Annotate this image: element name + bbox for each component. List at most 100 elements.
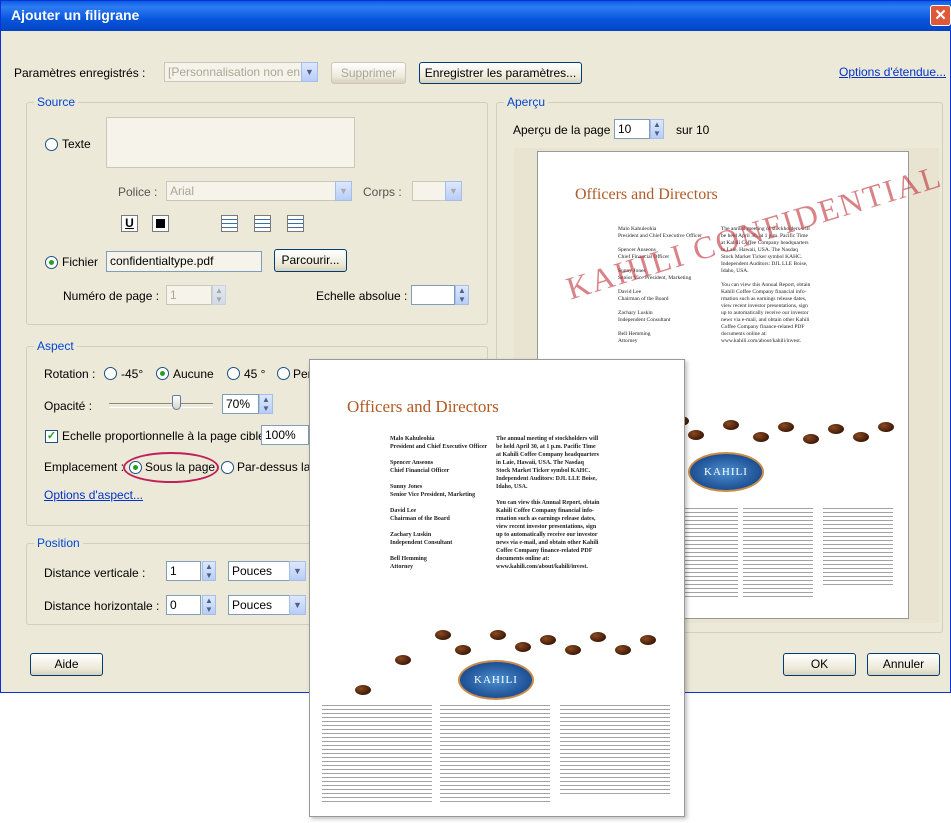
vertical-distance-field[interactable]: 1 [166, 561, 201, 581]
file-option-label: Fichier [62, 255, 99, 269]
overlay-doc-title: Officers and Directors [347, 397, 499, 416]
kahili-logo-text: KAHILI [474, 674, 518, 686]
kahili-logo-text: KAHILI [704, 466, 748, 478]
chevron-down-icon[interactable]: ▼ [301, 62, 318, 82]
proportional-scale-label: Echelle proportionnelle à la page cible [62, 429, 265, 443]
coffee-bean [490, 630, 506, 640]
rotation-none-radio[interactable] [156, 367, 169, 380]
page-number-field[interactable]: 1 [166, 285, 212, 305]
rotation-label: Rotation : [44, 367, 96, 381]
vertical-distance-spinner[interactable]: ▲ ▼ [202, 561, 216, 581]
coffee-bean [565, 645, 581, 655]
align-left-icon[interactable] [221, 215, 238, 232]
coffee-bean [435, 630, 451, 640]
coffee-bean [395, 655, 411, 665]
size-label: Corps : [363, 185, 402, 199]
close-button[interactable]: ✕ [930, 5, 951, 26]
preview-page-field[interactable]: 10 [614, 119, 650, 139]
watermark-text-area[interactable] [106, 117, 355, 168]
overlay-doc-meeting: The annual meeting of stockholders will … [496, 436, 600, 570]
kahili-logo: KAHILI [458, 660, 534, 700]
coffee-bean [723, 420, 739, 430]
chevron-down-icon[interactable]: ▼ [335, 181, 352, 201]
chevron-down-icon[interactable]: ▼ [289, 595, 306, 615]
save-settings-button[interactable]: Enregistrer les paramètres... [419, 62, 582, 84]
preview-page-spinner[interactable]: ▲ ▼ [650, 119, 664, 139]
overlay-doc-names: Malo Kahuleohia President and Chief Exec… [390, 436, 488, 570]
file-name-field[interactable]: confidentialtype.pdf [106, 251, 262, 272]
preview-doc-title: Officers and Directors [575, 186, 718, 203]
page-number-label: Numéro de page : [63, 289, 160, 303]
help-button[interactable]: Aide [30, 653, 103, 676]
color-swatch-icon[interactable] [152, 215, 169, 232]
opacity-field[interactable]: 70% [222, 394, 259, 414]
file-radio[interactable] [45, 256, 58, 269]
advanced-options-link[interactable]: Options d'étendue... [839, 65, 946, 79]
rotation-minus45-radio[interactable] [104, 367, 117, 380]
coffee-bean [455, 645, 471, 655]
absolute-scale-spinner[interactable]: ▲ ▼ [455, 285, 469, 305]
rotation-minus45-label: -45° [121, 367, 144, 381]
rotation-custom-radio[interactable] [277, 367, 290, 380]
coffee-bean [828, 424, 844, 434]
vertical-distance-label: Distance verticale : [44, 566, 146, 580]
source-group-title: Source [34, 95, 79, 109]
opacity-slider-track[interactable] [109, 403, 213, 408]
horizontal-distance-label: Distance horizontale : [44, 599, 160, 613]
overlay-body-text [560, 705, 670, 795]
font-select[interactable]: Arial [166, 181, 336, 201]
saved-settings-label: Paramètres enregistrés : [14, 66, 146, 80]
proportional-scale-checkbox[interactable]: ✓ [45, 430, 58, 443]
placement-label: Emplacement : [44, 460, 125, 474]
preview-body-text [743, 508, 813, 598]
under-page-radio[interactable] [129, 461, 142, 474]
coffee-bean [688, 430, 704, 440]
position-group-title: Position [34, 536, 83, 550]
align-center-icon[interactable] [254, 215, 271, 232]
size-select[interactable] [412, 181, 446, 201]
coffee-bean [640, 635, 656, 645]
chevron-down-icon[interactable]: ▼ [289, 561, 306, 581]
over-page-radio[interactable] [221, 461, 234, 474]
aspect-group-title: Aspect [34, 339, 77, 353]
coffee-bean [878, 422, 894, 432]
underline-icon[interactable]: U [121, 215, 138, 232]
preview-group-title: Aperçu [504, 95, 549, 109]
horizontal-distance-spinner[interactable]: ▲ ▼ [202, 595, 216, 615]
vertical-unit-select[interactable]: Pouces [228, 561, 290, 581]
overlay-body-text [440, 705, 550, 805]
window-title: Ajouter un filigrane [11, 7, 140, 23]
under-page-label: Sous la page [145, 460, 216, 474]
saved-settings-select[interactable]: [Personnalisation non enr [164, 62, 302, 82]
absolute-scale-field[interactable] [411, 285, 455, 305]
preview-body-text [823, 508, 893, 588]
kahili-logo: KAHILI [688, 452, 764, 492]
title-bar[interactable]: Ajouter un filigrane ✕ [1, 1, 951, 31]
chevron-down-icon[interactable]: ▼ [445, 181, 462, 201]
rotation-45-radio[interactable] [227, 367, 240, 380]
horizontal-distance-field[interactable]: 0 [166, 595, 201, 615]
coffee-bean [590, 632, 606, 642]
font-label: Police : [118, 185, 158, 199]
browse-button[interactable]: Parcourir... [274, 249, 347, 272]
opacity-spinner[interactable]: ▲ ▼ [259, 394, 273, 414]
coffee-bean [803, 434, 819, 444]
horizontal-unit-select[interactable]: Pouces [228, 595, 290, 615]
opacity-slider-thumb[interactable] [172, 395, 181, 410]
page-number-spinner[interactable]: ▲ ▼ [212, 285, 226, 305]
delete-button[interactable]: Supprimer [331, 62, 406, 84]
align-right-icon[interactable] [287, 215, 304, 232]
overlay-page: Officers and Directors Malo Kahuleohia P… [309, 359, 685, 817]
coffee-bean [753, 432, 769, 442]
preview-page-label: Aperçu de la page [513, 123, 611, 137]
scale-percent-field[interactable]: 100% [261, 425, 309, 445]
text-radio[interactable] [45, 138, 58, 151]
ok-button[interactable]: OK [783, 653, 856, 676]
preview-page-total: sur 10 [676, 123, 710, 137]
coffee-bean [778, 422, 794, 432]
text-option-label: Texte [62, 137, 91, 151]
cancel-button[interactable]: Annuler [867, 653, 940, 676]
coffee-bean [853, 432, 869, 442]
absolute-scale-label: Echelle absolue : [316, 289, 408, 303]
aspect-options-link[interactable]: Options d'aspect... [44, 488, 143, 502]
